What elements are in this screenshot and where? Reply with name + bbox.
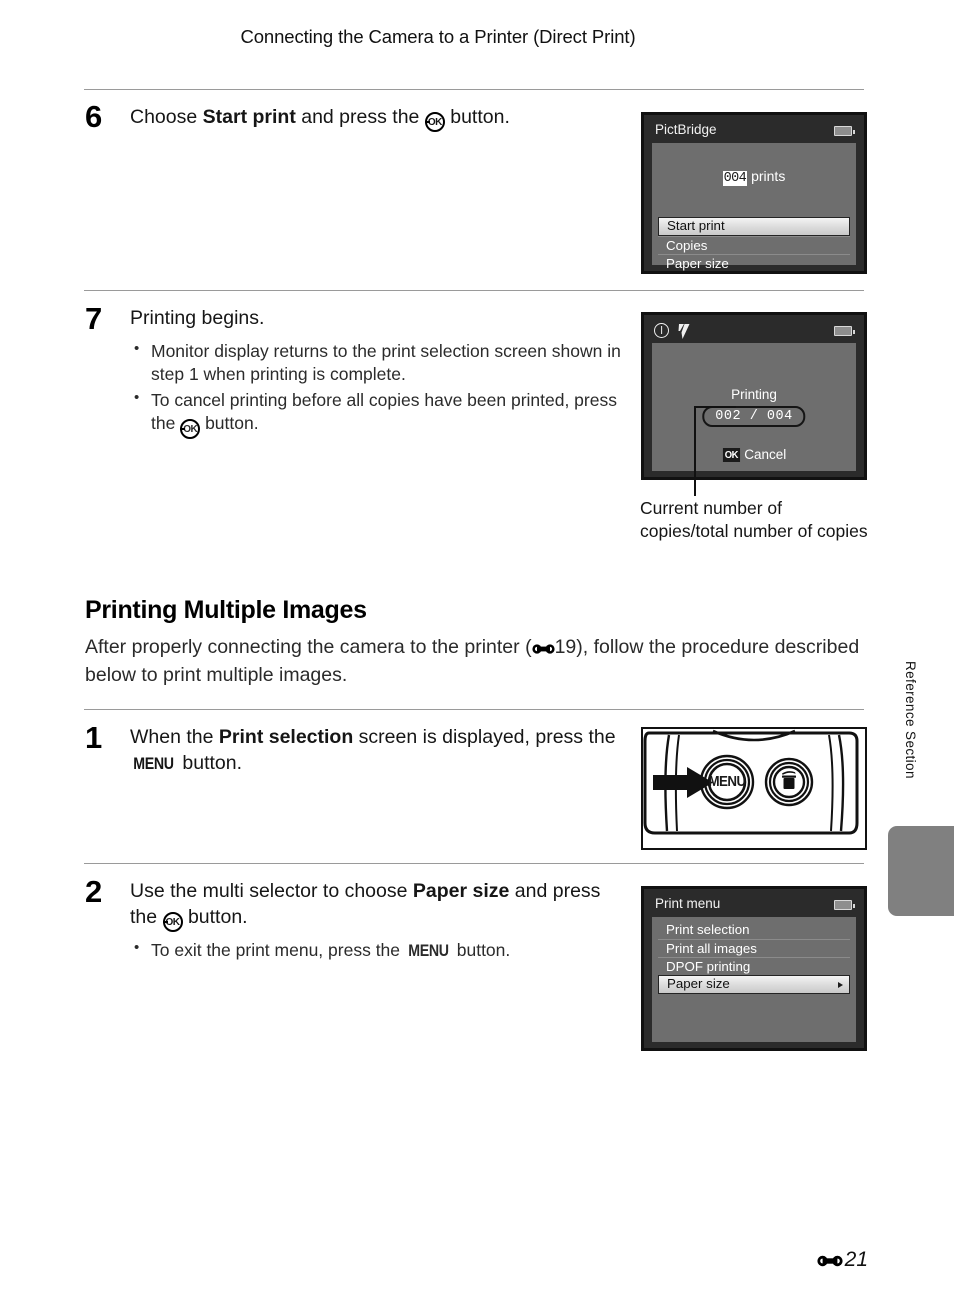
flash-icon — [676, 323, 694, 340]
print-menu-screen-title: Print menu — [655, 896, 721, 911]
step-7-bullet-1-text: Monitor display returns to the print sel… — [151, 340, 621, 385]
battery-icon — [834, 900, 856, 910]
printing-status-label: Printing — [731, 387, 777, 402]
divider-step1-step2 — [84, 863, 864, 864]
step-6-text-a: Choose — [130, 106, 203, 128]
callout-leader-vertical — [694, 406, 696, 496]
menu-item-paper-size-label: Paper size — [667, 976, 730, 991]
printing-screen: Printing 002 / 004 OK Cancel — [641, 312, 867, 480]
prints-count-value: 004 — [722, 171, 748, 186]
step-6-text-d: button. — [444, 106, 510, 128]
chevron-right-icon — [838, 981, 843, 988]
side-tab-marker — [888, 826, 954, 916]
divider-top — [84, 89, 864, 90]
prints-count-label: prints — [751, 168, 786, 184]
step-6-text: Choose Start print and press the OK butt… — [130, 105, 630, 132]
step-1-text-c: screen is displayed, press the — [353, 726, 616, 748]
running-header: Connecting the Camera to a Printer (Dire… — [240, 26, 636, 47]
ok-button-icon: OK — [180, 419, 201, 440]
step-6-text-bold: Start print — [202, 106, 296, 128]
divider-section-step1 — [84, 709, 864, 710]
step-1-text: When the Print selection screen is displ… — [130, 725, 620, 777]
flash-icon-svg — [678, 324, 690, 339]
step-2-text: Use the multi selector to choose Paper s… — [130, 879, 620, 964]
step-7-heading: Printing begins. — [130, 307, 265, 329]
pictbridge-screen-title: PictBridge — [655, 122, 717, 137]
cancel-hint: OK Cancel — [652, 447, 856, 463]
menu-item-start-print[interactable]: Start print — [658, 217, 850, 236]
battery-icon — [834, 126, 856, 136]
cancel-hint-label: Cancel — [744, 447, 787, 462]
step-2-text-a: Use the multi selector to choose — [130, 880, 413, 902]
menu-item-start-print-label: Start print — [667, 218, 725, 233]
menu-item-print-selection[interactable]: Print selection — [658, 921, 850, 939]
printing-counter: 002 / 004 — [702, 406, 806, 427]
step-7-bullet-2-text-b: button. — [200, 413, 259, 434]
menu-item-dpof-printing-label: DPOF printing — [666, 959, 751, 974]
step-2-bullet-1-text-b: button. — [451, 939, 511, 960]
page-folio: 21 — [817, 1248, 868, 1272]
step-7-text: Printing begins. Monitor display returns… — [130, 306, 630, 440]
step-2-bullet-1: To exit the print menu, press the MENU b… — [130, 938, 620, 962]
manual-page: Connecting the Camera to a Printer (Dire… — [0, 0, 954, 1314]
step-6-text-c: and press the — [295, 106, 425, 128]
menu-item-paper-size[interactable]: Paper size — [658, 254, 850, 272]
step-1-text-a: When the — [130, 726, 219, 748]
power-indicator-icon — [654, 323, 669, 338]
menu-item-paper-size-label: Paper size — [666, 256, 729, 271]
step-1-number: 1 — [85, 720, 102, 755]
menu-button-icon: MENU — [133, 754, 174, 773]
pictbridge-menu-list: Start print Copies Paper size — [658, 217, 850, 272]
step-7-bullet-1: Monitor display returns to the print sel… — [130, 339, 630, 387]
step-7-bullet-2: To cancel printing before all copies hav… — [130, 388, 630, 440]
step-7-number: 7 — [85, 301, 102, 336]
page-number: 21 — [844, 1248, 868, 1271]
print-menu-screen: Print menu Print selection Print all ima… — [641, 886, 867, 1051]
battery-icon — [834, 326, 856, 336]
step-6-number: 6 — [85, 99, 102, 134]
ok-button-icon: OK — [424, 112, 445, 132]
menu-item-copies[interactable]: Copies — [658, 236, 850, 254]
ok-badge-icon: OK — [722, 448, 740, 462]
menu-button-label[interactable]: MENU — [698, 774, 757, 790]
print-menu-list: Print selection Print all images DPOF pr… — [658, 921, 850, 994]
menu-button-icon: MENU — [408, 941, 449, 960]
menu-item-copies-label: Copies — [666, 238, 708, 253]
ok-button-icon: OK — [162, 911, 183, 932]
step-2-number: 2 — [85, 874, 102, 909]
step-2-bullet-1-text-a: To exit the print menu, press the — [151, 939, 405, 960]
menu-item-paper-size[interactable]: Paper size — [658, 975, 850, 994]
section-paragraph: After properly connecting the camera to … — [85, 634, 865, 689]
pictbridge-screen-body: 004 prints Start print Copies Paper size — [652, 143, 856, 271]
step-7-bullets: Monitor display returns to the print sel… — [130, 339, 630, 440]
section-paragraph-a: After properly connecting the camera to … — [85, 636, 532, 658]
divider-step6-step7 — [84, 290, 864, 291]
step-2-text-bold: Paper size — [412, 880, 510, 902]
step-2-bullets: To exit the print menu, press the MENU b… — [130, 938, 620, 962]
pictbridge-screen: PictBridge 004 prints Start print Copies… — [641, 112, 867, 274]
reference-section-icon — [817, 1253, 843, 1269]
section-heading: Printing Multiple Images — [85, 596, 367, 624]
step-1-text-d: button. — [176, 751, 243, 774]
menu-item-print-all-images[interactable]: Print all images — [658, 939, 850, 957]
step-1-text-bold: Print selection — [218, 726, 354, 748]
printing-screen-body: Printing 002 / 004 OK Cancel — [652, 343, 856, 471]
menu-item-print-selection-label: Print selection — [666, 922, 750, 937]
print-menu-screen-body: Print selection Print all images DPOF pr… — [652, 917, 856, 1042]
callout-caption: Current number of copies/total number of… — [640, 498, 868, 542]
section-paragraph-ref: 19 — [554, 636, 577, 658]
menu-item-print-all-images-label: Print all images — [666, 941, 757, 956]
camera-back-illustration: MENU — [641, 727, 867, 850]
step-2-text-d: button. — [182, 905, 248, 928]
prints-count-line: 004 prints — [652, 168, 856, 186]
callout-leader-horizontal — [694, 406, 736, 408]
side-tab-label: Reference Section — [903, 661, 918, 779]
reference-section-icon — [531, 642, 555, 656]
menu-item-dpof-printing[interactable]: DPOF printing — [658, 957, 850, 975]
